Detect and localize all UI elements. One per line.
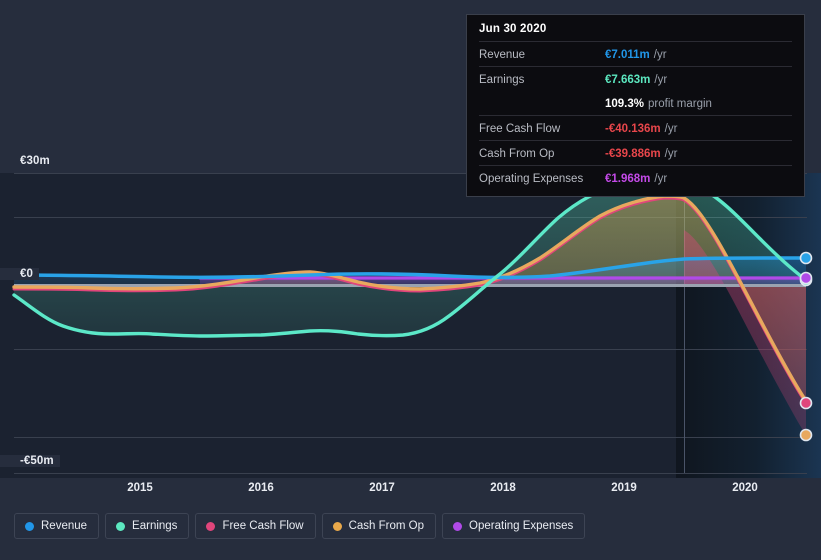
tooltip-row-value: €1.968m <box>605 173 651 185</box>
tooltip-row: Earnings €7.663m/yr <box>479 66 792 91</box>
tooltip-row: Revenue €7.011m/yr <box>479 41 792 66</box>
tooltip-row-key: Revenue <box>479 49 526 61</box>
tooltip-row-unit: /yr <box>653 49 667 61</box>
endpoint-marker-free-cash-flow[interactable] <box>799 396 813 410</box>
legend-item-label: Free Cash Flow <box>222 520 304 532</box>
plot-area[interactable] <box>0 168 821 478</box>
tooltip-row-unit: /yr <box>664 123 678 135</box>
endpoint-marker-cash-from-op[interactable] <box>799 428 813 442</box>
y-axis-label-bottom: -€50m <box>0 455 60 467</box>
tooltip-row-value-wrap: -€39.886m/yr <box>605 144 677 162</box>
tooltip-row-unit: /yr <box>654 173 668 185</box>
data-tooltip: Jun 30 2020 Revenue €7.011m/yr Earnings €7.… <box>466 14 805 197</box>
endpoint-marker-revenue[interactable] <box>799 251 813 265</box>
legend-item-free-cash-flow[interactable]: Free Cash Flow <box>195 513 316 539</box>
legend-item-label: Revenue <box>41 520 88 532</box>
x-axis-tick-2020: 2020 <box>732 482 758 494</box>
x-axis-tick-2015: 2015 <box>127 482 153 494</box>
tooltip-row-value: 109.3% <box>605 98 645 110</box>
legend-item-earnings[interactable]: Earnings <box>105 513 190 539</box>
tooltip-row-key: Earnings <box>479 74 525 86</box>
tooltip-row-value-wrap: €1.968m/yr <box>605 169 667 187</box>
legend-color-dot-icon <box>453 521 463 531</box>
tooltip-row-unit: /yr <box>654 74 668 86</box>
chart-svg <box>0 173 821 478</box>
legend-item-label: Earnings <box>132 520 178 532</box>
legend-color-dot-icon <box>25 521 34 531</box>
legend-item-revenue[interactable]: Revenue <box>14 513 100 539</box>
tooltip-rows: Revenue €7.011m/yr Earnings €7.663m/yr 109.3… <box>479 41 792 190</box>
legend-color-dot-icon <box>116 521 126 531</box>
x-axis-tick-2018: 2018 <box>490 482 516 494</box>
chart-widget: €30m €0 -€50m 2015 2016 2017 2018 2019 2… <box>0 0 821 560</box>
tooltip-date-label: Jun 30 2020 <box>479 23 547 35</box>
tooltip-row-unit: profit margin <box>648 98 712 110</box>
tooltip-row-key: Free Cash Flow <box>479 123 561 135</box>
endpoint-marker-operating-expenses[interactable] <box>799 271 813 285</box>
tooltip-row-value: -€40.136m <box>605 123 661 135</box>
tooltip-row-value-wrap: €7.663m/yr <box>605 70 667 88</box>
tooltip-row-value-wrap: 109.3% profit margin <box>605 94 712 112</box>
tooltip-row-value: -€39.886m <box>605 148 661 160</box>
legend-item-operating-expenses[interactable]: Operating Expenses <box>442 513 586 539</box>
tooltip-row-unit: /yr <box>664 148 678 160</box>
y-axis-label-top: €30m <box>0 155 56 167</box>
tooltip-row-value-wrap: €7.011m/yr <box>605 45 667 63</box>
x-axis-tick-2017: 2017 <box>369 482 395 494</box>
tooltip-row-key: Cash From Op <box>479 148 555 160</box>
x-axis-tick-2019: 2019 <box>611 482 637 494</box>
tooltip-row-value-wrap: -€40.136m/yr <box>605 119 677 137</box>
legend-color-dot-icon <box>332 521 342 531</box>
tooltip-row: Operating Expenses €1.968m/yr <box>479 165 792 190</box>
y-axis-label-zero: €0 <box>0 268 39 280</box>
legend-item-label: Operating Expenses <box>469 520 574 532</box>
tooltip-row-key: Operating Expenses <box>479 173 584 185</box>
tooltip-row: 109.3% profit margin <box>479 91 792 115</box>
legend-color-dot-icon <box>206 521 216 531</box>
tooltip-row: Cash From Op -€39.886m/yr <box>479 140 792 165</box>
legend-item-label: Cash From Op <box>348 520 425 532</box>
tooltip-row: Free Cash Flow -€40.136m/yr <box>479 115 792 140</box>
x-axis-tick-2016: 2016 <box>248 482 274 494</box>
legend-item-cash-from-op[interactable]: Cash From Op <box>321 513 437 539</box>
chart-legend: Revenue Earnings Free Cash Flow Cash From O… <box>14 513 586 539</box>
tooltip-row-value: €7.663m <box>605 74 651 86</box>
x-axis: 2015 2016 2017 2018 2019 2020 <box>0 479 821 505</box>
tooltip-row-value: €7.011m <box>605 49 650 61</box>
